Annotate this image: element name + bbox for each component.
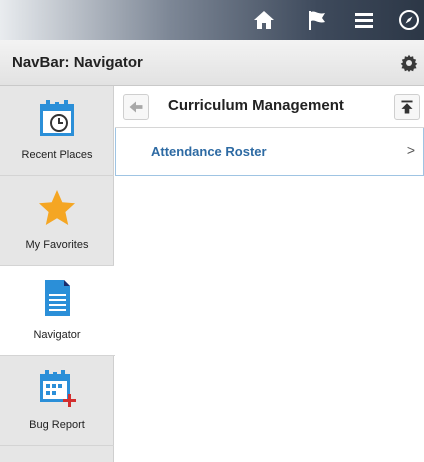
navbar-title: NavBar: Navigator: [12, 54, 143, 71]
sidebar-item-label: My Favorites: [25, 239, 89, 251]
compass-icon[interactable]: [397, 8, 421, 32]
arrow-left-icon: [129, 101, 143, 113]
navbar-header: NavBar: Navigator: [0, 40, 424, 86]
menu-icon[interactable]: [352, 8, 376, 32]
sidebar-item-recent-places[interactable]: Recent Places: [0, 86, 114, 176]
list-item[interactable]: Attendance Roster >: [115, 128, 424, 176]
home-icon[interactable]: [252, 8, 276, 32]
sidebar-item-navigator[interactable]: Navigator: [0, 266, 115, 356]
star-icon: [39, 190, 75, 225]
chevron-right-icon: >: [406, 142, 415, 158]
arrow-to-top-icon: [401, 100, 413, 114]
top-bar: [0, 0, 424, 40]
sidebar-item-label: Recent Places: [21, 149, 93, 161]
sidebar-item-my-favorites[interactable]: My Favorites: [0, 176, 114, 266]
sidebar-item-bug-report[interactable]: Bug Report: [0, 356, 114, 446]
calendar-clock-icon: [40, 100, 74, 136]
sidebar-item-label: Bug Report: [29, 419, 85, 431]
gear-icon[interactable]: [400, 54, 418, 72]
flag-icon[interactable]: [305, 8, 329, 32]
calendar-plus-icon: [40, 370, 76, 407]
content-header: Curriculum Management: [115, 86, 424, 128]
back-button[interactable]: [123, 94, 149, 120]
sidebar-item-label: Navigator: [33, 329, 81, 341]
list-item-label: Attendance Roster: [151, 144, 267, 159]
content-pane: Curriculum Management Attendance Roster …: [115, 86, 424, 462]
content-title: Curriculum Management: [168, 97, 344, 114]
sidebar: Recent Places My Favorites Navigator Bug…: [0, 86, 115, 462]
document-icon: [45, 280, 70, 316]
scroll-top-button[interactable]: [394, 94, 420, 120]
